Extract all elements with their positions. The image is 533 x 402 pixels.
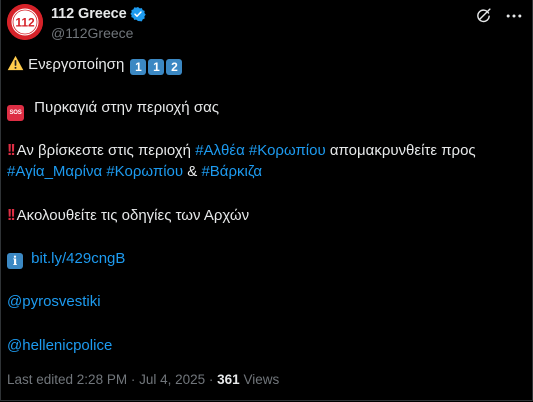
if-suffix: απομακρυνθείτε προς xyxy=(329,142,476,159)
avatar-logo-icon: 112 xyxy=(7,4,43,40)
link-line: i bit.ly/429cngB xyxy=(7,249,125,269)
follow-line: !! Ακολουθείτε τις οδηγίες των Αρχών xyxy=(7,206,249,226)
if-line: !! Αν βρίσκεστε στις περιοχή #Αλθέα #Κορω… xyxy=(7,141,476,161)
keycap-2-icon: 2 xyxy=(166,59,183,75)
mention-line-2: @hellenicpolice xyxy=(7,336,112,356)
views-count: 361 xyxy=(217,372,240,387)
keycap-1-icon: 1 xyxy=(148,59,165,75)
post-card: 112 112 Greece @112Greece Ενεργοποίηση 1… xyxy=(0,0,533,401)
mention-pyrosvestiki[interactable]: @pyrosvestiki xyxy=(7,293,101,310)
hashtag-althea[interactable]: #Αλθέα xyxy=(195,142,245,159)
post-meta: Last edited 2:28 PM · Jul 4, 2025 · 361 … xyxy=(7,372,279,387)
verified-badge-icon xyxy=(129,7,146,22)
handle[interactable]: @112Greece xyxy=(51,25,133,41)
views-label: Views xyxy=(243,372,280,387)
keycap-1-icon: 1 xyxy=(130,59,147,75)
double-exclamation-icon: !! xyxy=(7,207,16,224)
hashtag-agia-marina[interactable]: #Αγία_Μαρίνα xyxy=(7,163,102,180)
author-name-row[interactable]: 112 Greece xyxy=(51,6,146,22)
edited-timestamp[interactable]: Last edited 2:28 PM · Jul 4, 2025 · xyxy=(7,372,213,387)
hashtag-koropiou[interactable]: #Κορωπίου xyxy=(106,163,183,180)
grok-icon[interactable] xyxy=(475,7,492,24)
svg-text:112: 112 xyxy=(15,16,35,30)
short-link[interactable]: bit.ly/429cngB xyxy=(31,250,125,267)
info-icon: i xyxy=(7,253,23,269)
more-options-icon[interactable] xyxy=(503,6,525,26)
if-prefix: Αν βρίσκεστε στις περιοχή xyxy=(16,142,192,159)
display-name[interactable]: 112 Greece xyxy=(51,6,127,22)
activation-line: Ενεργοποίηση 112 xyxy=(7,55,183,75)
fire-text: Πυρκαγιά στην περιοχή σας xyxy=(34,99,219,116)
fire-line: SOS Πυρκαγιά στην περιοχή σας xyxy=(7,98,219,121)
ampersand: & xyxy=(187,163,198,180)
double-exclamation-icon: !! xyxy=(7,142,16,159)
follow-text: Ακολουθείτε τις οδηγίες των Αρχών xyxy=(16,207,250,224)
destination-line: #Αγία_Μαρίνα #Κορωπίου & #Βάρκιζα xyxy=(7,162,262,182)
hashtag-koropiou[interactable]: #Κορωπίου xyxy=(249,142,326,159)
activation-text: Ενεργοποίηση xyxy=(28,56,125,73)
sos-icon: SOS xyxy=(7,105,24,121)
mention-hellenicpolice[interactable]: @hellenicpolice xyxy=(7,337,112,354)
avatar[interactable]: 112 xyxy=(7,4,43,40)
mention-line-1: @pyrosvestiki xyxy=(7,292,101,312)
hashtag-varkiza[interactable]: #Βάρκιζα xyxy=(201,163,262,180)
warning-icon xyxy=(7,55,24,71)
